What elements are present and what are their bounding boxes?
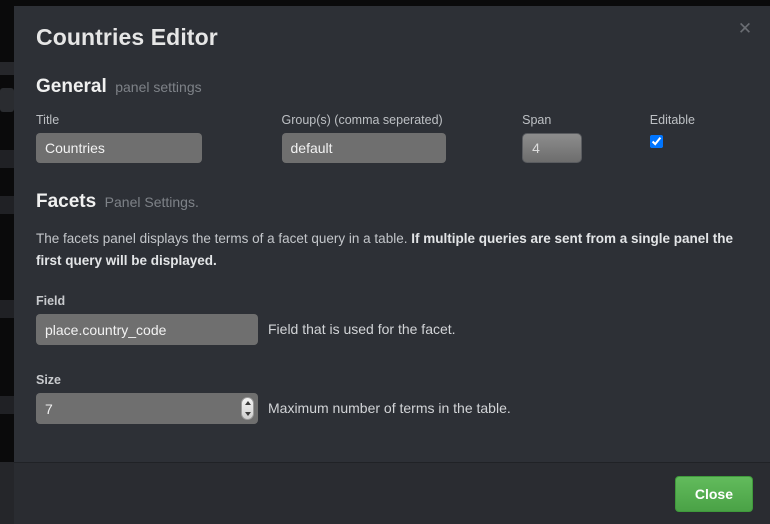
groups-field-label: Group(s) (comma seperated) [281, 113, 443, 127]
facets-description-plain: The facets panel displays the terms of a… [36, 231, 412, 246]
title-field-label: Title [36, 113, 60, 127]
background-page-content [0, 462, 14, 524]
spinner-down-arrow[interactable] [244, 411, 251, 416]
background-page-content [0, 150, 14, 168]
background-page-content [0, 196, 14, 214]
panel-editor-modal: Countries Editor ✕ General panel setting… [14, 6, 770, 524]
span-field-label: Span [522, 113, 552, 127]
facet-size-label: Size [36, 373, 62, 387]
general-section-heading: General panel settings [36, 76, 748, 99]
facet-field-group: Field Field that is used for the facet. [36, 294, 748, 345]
close-icon[interactable]: ✕ [736, 20, 754, 38]
facet-size-row: Maximum number of terms in the table. [36, 393, 748, 424]
modal-header: Countries Editor ✕ [14, 6, 770, 58]
span-stepper[interactable] [522, 133, 583, 163]
facet-field-row: Field that is used for the facet. [36, 314, 748, 345]
spinner-up-arrow[interactable] [244, 401, 251, 406]
background-page-content [0, 62, 14, 75]
editable-field-group: Editable [649, 113, 748, 153]
span-field-group: Span [522, 113, 650, 163]
facet-size-input[interactable] [36, 393, 258, 424]
title-input[interactable] [36, 133, 202, 163]
general-heading-text: General [36, 76, 107, 97]
editable-checkbox[interactable] [649, 135, 663, 148]
close-button[interactable]: Close [674, 475, 753, 512]
facet-field-input[interactable] [36, 314, 258, 345]
facet-size-input-wrapper [36, 393, 258, 424]
facet-size-help: Maximum number of terms in the table. [268, 400, 511, 416]
groups-field-group: Group(s) (comma seperated) [281, 113, 523, 163]
facets-heading-suffix: Panel Settings. [104, 194, 199, 210]
background-page-content [0, 396, 14, 414]
spinner-arrows-icon[interactable] [241, 397, 254, 420]
facet-size-group: Size Maximum number of terms in the tabl… [36, 373, 748, 424]
modal-body: General panel settings Title Group(s) (c… [14, 58, 770, 462]
facet-field-label: Field [36, 294, 66, 308]
background-page-content [0, 88, 14, 112]
title-field-group: Title [36, 113, 282, 163]
general-form-row: Title Group(s) (comma seperated) Span Ed… [36, 113, 748, 163]
background-page-content [0, 300, 14, 318]
facet-field-help: Field that is used for the facet. [268, 321, 456, 337]
facets-section-heading: Facets Panel Settings. [36, 191, 748, 214]
groups-input[interactable] [281, 133, 446, 163]
editable-field-label: Editable [649, 113, 695, 127]
page-title: Countries Editor [36, 24, 218, 50]
general-heading-suffix: panel settings [115, 79, 202, 95]
facets-heading-text: Facets [36, 191, 97, 212]
facets-description: The facets panel displays the terms of a… [36, 228, 748, 272]
modal-footer: Close [14, 462, 770, 524]
